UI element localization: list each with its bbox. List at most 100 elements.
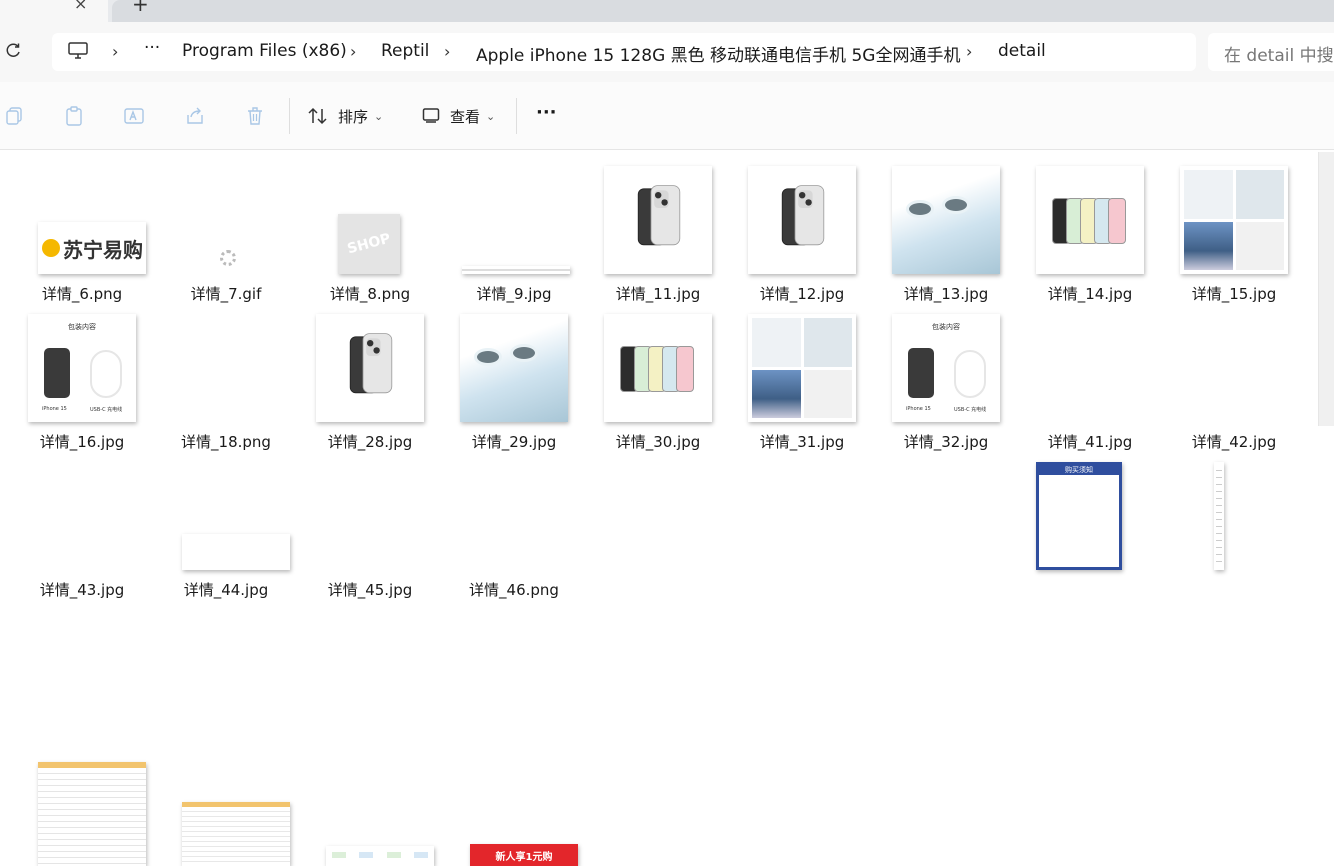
file-name-label[interactable]: 详情_44.jpg: [156, 579, 296, 600]
chevron-right-icon[interactable]: ›: [966, 42, 972, 61]
search-input[interactable]: 在 detail 中搜索: [1224, 41, 1334, 66]
file-thumbnail[interactable]: 苏宁易购: [38, 222, 146, 274]
file-name-label[interactable]: 详情_9.jpg: [444, 283, 584, 304]
file-thumbnail[interactable]: [182, 534, 290, 570]
chevron-right-icon[interactable]: ›: [112, 42, 118, 61]
active-tab[interactable]: [0, 0, 108, 22]
document-image: [182, 802, 290, 866]
box-phone-label: iPhone 15: [906, 406, 931, 412]
promo-text: 新人享1元购: [495, 851, 553, 863]
collage-image: [752, 318, 852, 418]
close-tab-icon[interactable]: ×: [74, 0, 87, 13]
file-thumbnail[interactable]: 包装内容 iPhone 15 USB-C 充电线: [28, 314, 136, 422]
file-name-label[interactable]: 详情_30.jpg: [588, 431, 728, 452]
box-contents-image: 包装内容 iPhone 15 USB-C 充电线: [892, 314, 1000, 422]
sort-button[interactable]: 排序: [338, 106, 368, 127]
breadcrumb-reptil[interactable]: Reptil: [381, 41, 429, 61]
file-thumbnail[interactable]: SHOP: [338, 214, 400, 274]
file-thumbnail[interactable]: [316, 314, 424, 422]
file-name-label[interactable]: 详情_43.jpg: [12, 579, 152, 600]
breadcrumb-detail[interactable]: detail: [998, 41, 1046, 61]
file-name-label[interactable]: 详情_31.jpg: [732, 431, 872, 452]
suning-logo-text: 苏宁易购: [63, 237, 143, 262]
file-thumbnail[interactable]: 购买须知: [1036, 462, 1122, 570]
file-thumbnail[interactable]: [748, 314, 856, 422]
document-image: [38, 762, 146, 866]
phone-lineup-image: [1052, 198, 1132, 246]
file-thumbnail[interactable]: 包装内容 iPhone 15 USB-C 充电线: [892, 314, 1000, 422]
file-name-label[interactable]: 详情_16.jpg: [12, 431, 152, 452]
delete-icon[interactable]: [245, 106, 265, 126]
shop-bag-text: SHOP: [345, 230, 393, 258]
collage-image: [1184, 170, 1284, 270]
chevron-right-icon[interactable]: ›: [350, 42, 356, 61]
phone-lineup-image: [620, 346, 700, 394]
suning-logo: 苏宁易购: [38, 222, 146, 274]
view-button[interactable]: 查看: [450, 106, 480, 127]
search-box[interactable]: 在 detail 中搜索: [1208, 33, 1334, 71]
file-thumbnail[interactable]: [462, 266, 570, 274]
file-name-label[interactable]: 详情_45.jpg: [300, 579, 440, 600]
share-icon[interactable]: [185, 106, 205, 126]
iphone-image: [626, 184, 692, 268]
file-name-label[interactable]: 详情_32.jpg: [876, 431, 1016, 452]
box-title: 包装内容: [68, 323, 96, 331]
file-thumbnail[interactable]: [460, 314, 568, 422]
file-thumbnail[interactable]: [604, 314, 712, 422]
rename-icon[interactable]: [124, 106, 144, 126]
file-name-label[interactable]: 详情_15.jpg: [1164, 283, 1304, 304]
scrollbar[interactable]: [1318, 152, 1334, 426]
refresh-icon[interactable]: [4, 42, 22, 65]
new-tab-button[interactable]: +: [132, 0, 149, 16]
file-name-label[interactable]: 详情_6.png: [12, 283, 152, 304]
tab-bar-background: [112, 0, 1334, 22]
shop-bag-image: SHOP: [338, 214, 400, 274]
file-name-label[interactable]: 详情_18.png: [156, 431, 296, 452]
breadcrumb-program-files[interactable]: Program Files (x86): [182, 41, 347, 61]
file-thumbnail[interactable]: [1214, 462, 1224, 570]
notice-title: 购买须知: [1065, 466, 1093, 474]
file-name-label[interactable]: 详情_28.jpg: [300, 431, 440, 452]
file-name-label[interactable]: 详情_14.jpg: [1020, 283, 1160, 304]
file-name-label[interactable]: 详情_12.jpg: [732, 283, 872, 304]
file-name-label[interactable]: 详情_8.png: [300, 283, 440, 304]
file-name-label[interactable]: 详情_29.jpg: [444, 431, 584, 452]
iphone-image: [338, 332, 404, 416]
file-thumbnail[interactable]: [326, 846, 434, 866]
file-name-label[interactable]: 详情_46.png: [444, 579, 584, 600]
toolbar-divider: [516, 98, 517, 134]
sort-icon[interactable]: [308, 106, 328, 126]
promo-banner-image: 新人享1元购: [470, 844, 578, 866]
file-thumbnail[interactable]: [182, 802, 290, 866]
breadcrumb-product-folder[interactable]: Apple iPhone 15 128G 黑色 移动联通电信手机 5G全网通手机: [476, 41, 960, 66]
purchase-notice-image: 购买须知: [1036, 462, 1122, 570]
file-thumbnail[interactable]: [748, 166, 856, 274]
file-name-label[interactable]: 详情_42.jpg: [1164, 431, 1304, 452]
file-name-label[interactable]: 详情_41.jpg: [1020, 431, 1160, 452]
file-thumbnail[interactable]: [1180, 166, 1288, 274]
box-contents-image: 包装内容 iPhone 15 USB-C 充电线: [28, 314, 136, 422]
file-thumbnail[interactable]: [892, 166, 1000, 274]
chevron-right-icon[interactable]: ›: [444, 42, 450, 61]
file-thumbnail[interactable]: [38, 762, 146, 866]
chevron-down-icon[interactable]: ⌄: [486, 110, 495, 123]
box-cable-label: USB-C 充电线: [954, 407, 987, 413]
file-name-label[interactable]: 详情_13.jpg: [876, 283, 1016, 304]
paste-icon[interactable]: [64, 106, 84, 126]
file-name-label[interactable]: 详情_11.jpg: [588, 283, 728, 304]
file-thumbnail[interactable]: [604, 166, 712, 274]
box-title: 包装内容: [932, 323, 960, 331]
breadcrumb-more[interactable]: ···: [144, 38, 160, 58]
view-icon[interactable]: [422, 106, 442, 126]
more-options-button[interactable]: ···: [536, 102, 557, 123]
file-thumbnail[interactable]: 新人享1元购: [470, 844, 578, 866]
flow-diagram-image: [332, 852, 428, 860]
computer-icon[interactable]: [68, 42, 88, 64]
box-cable-label: USB-C 充电线: [90, 407, 123, 413]
copy-icon[interactable]: [5, 106, 25, 126]
camera-closeup-image: [460, 314, 568, 422]
file-thumbnail[interactable]: [1036, 166, 1144, 274]
chevron-down-icon[interactable]: ⌄: [374, 110, 383, 123]
box-phone-label: iPhone 15: [42, 406, 67, 412]
file-name-label[interactable]: 详情_7.gif: [156, 283, 296, 304]
